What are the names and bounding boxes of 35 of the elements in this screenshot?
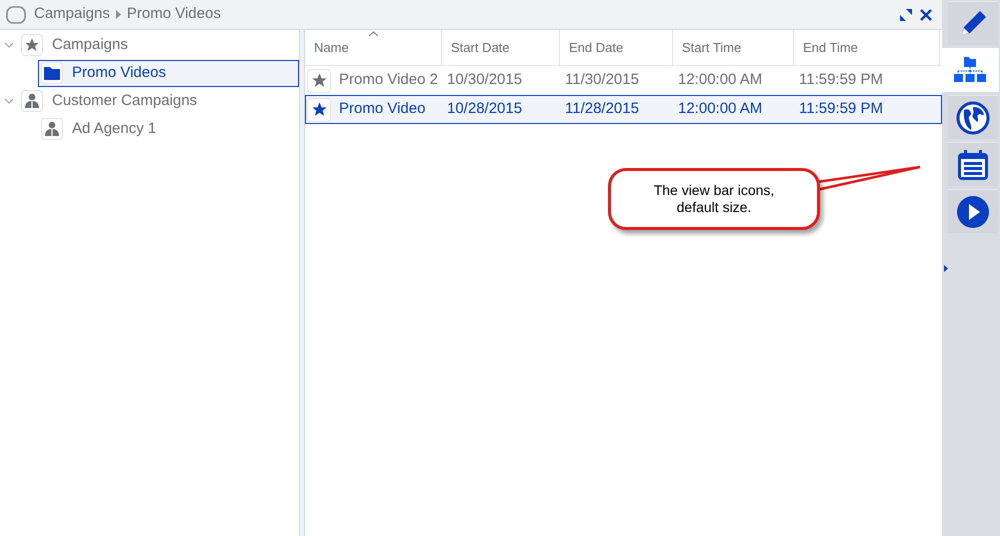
column-header[interactable]: End Time <box>794 30 940 65</box>
person-icon <box>41 118 63 140</box>
table-cell-text: Promo Video <box>339 99 426 120</box>
column-header[interactable]: Start Date <box>442 30 560 65</box>
table-cell-text: 10/30/2015 <box>447 70 522 90</box>
view-bar-button[interactable] <box>948 189 998 233</box>
view-bar-button[interactable] <box>948 1 998 45</box>
column-header[interactable]: End Date <box>560 30 673 65</box>
tree-item[interactable]: Customer Campaigns <box>18 88 299 114</box>
table-cell-text: 11/28/2015 <box>565 99 639 120</box>
tree-item[interactable]: Ad Agency 1 <box>38 116 299 142</box>
view-bar-button[interactable] <box>941 48 999 92</box>
breadcrumb-item[interactable]: Campaigns <box>34 3 110 26</box>
view-bar-button[interactable] <box>948 95 998 139</box>
person-icon <box>21 90 43 112</box>
column-header[interactable]: Start Time <box>673 30 794 65</box>
tree-item[interactable]: Promo Videos <box>38 60 299 86</box>
table-row[interactable]: Promo Video 10/28/2015 11/28/2015 12:00:00 AM 11:59:59 PM <box>305 95 942 124</box>
column-header[interactable]: Name <box>305 30 442 65</box>
callout-bubble: The view bar icons, default size. <box>608 168 820 230</box>
table-cell-text: 12:00:00 AM <box>678 99 762 120</box>
breadcrumb-item[interactable]: Promo Videos <box>126 3 221 26</box>
expand-arrow-icon <box>944 265 948 272</box>
table-cell-text: 11/30/2015 <box>565 70 639 90</box>
tree-item[interactable]: Campaigns <box>18 32 299 58</box>
table-cell-text: 11:59:59 PM <box>799 70 883 90</box>
table-cell-text: Promo Video 2 <box>339 70 438 90</box>
separator-icon <box>116 10 121 19</box>
play-icon <box>956 194 990 228</box>
table-cell-text: 10/28/2015 <box>447 99 522 120</box>
table-cell-text: 12:00:00 AM <box>678 70 762 90</box>
view-bar-button[interactable] <box>948 142 998 186</box>
calendar-icon <box>956 148 990 182</box>
table-cell-text: 11:59:59 PM <box>799 99 883 120</box>
table-row[interactable]: Promo Video 2 10/30/2015 11/30/2015 12:00:00 AM 11:59:59 PM <box>305 66 942 95</box>
